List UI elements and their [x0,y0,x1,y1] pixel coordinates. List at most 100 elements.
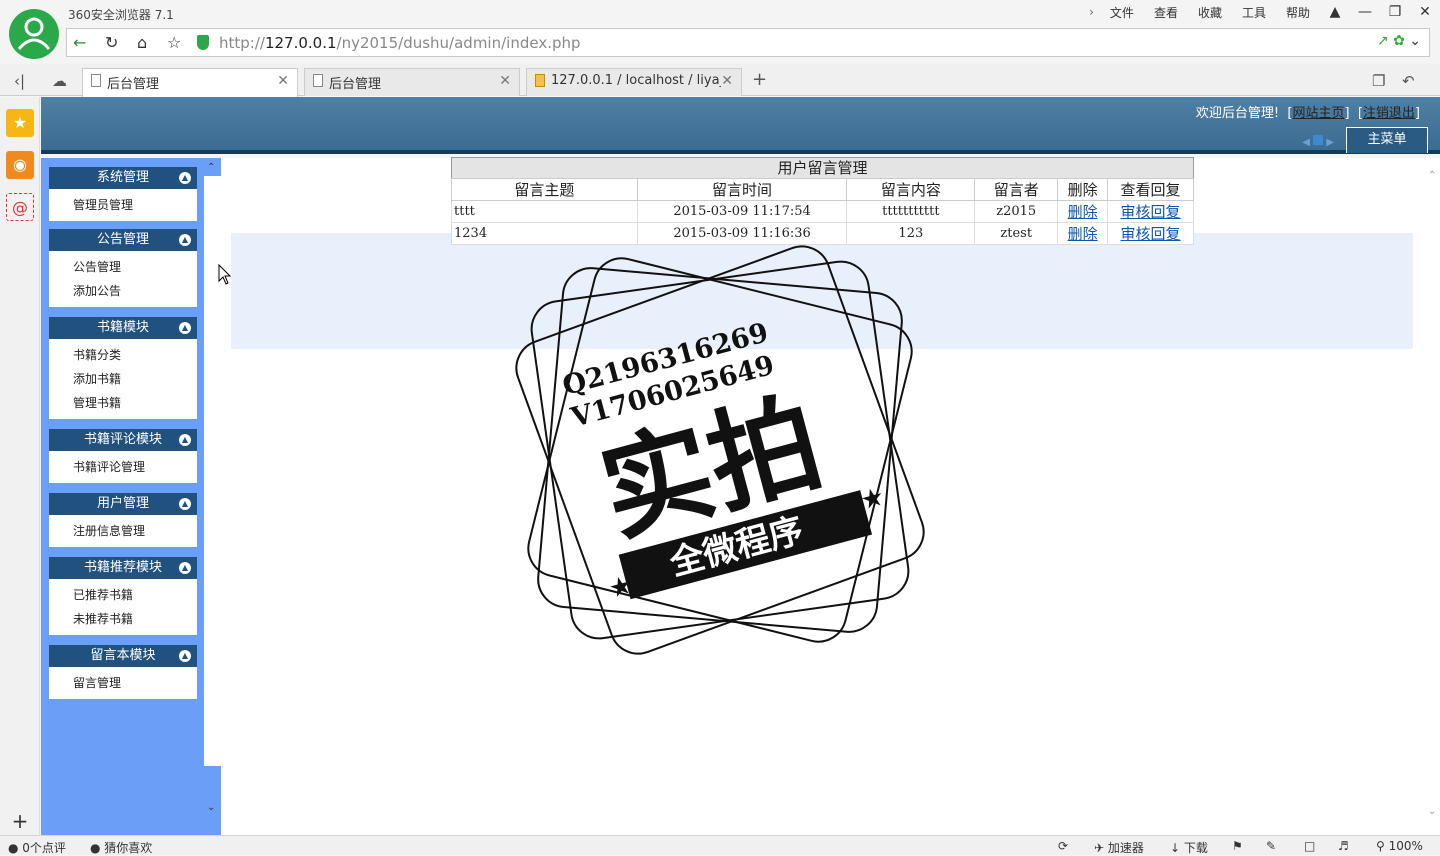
sidebar-item-recommended[interactable]: 已推荐书籍 [73,583,197,607]
group-header[interactable]: 书籍模块 ▲ [49,317,197,339]
minimize-button[interactable]: — [1350,4,1380,20]
menu-view[interactable]: 查看 [1154,4,1178,21]
back-icon[interactable]: ← [73,33,86,52]
group-header[interactable]: 用户管理 ▲ [49,493,197,515]
collapse-icon[interactable]: ▲ [179,172,191,184]
add-icon[interactable]: + [6,807,34,835]
tab-phpmyadmin[interactable]: 127.0.0.1 / localhost / liya_c ✕ [526,68,742,96]
comments-status[interactable]: ● 0个点评 [8,839,66,856]
sidebar-group-users: 用户管理 ▲ 注册信息管理 [49,493,197,547]
sidebar-toggle-icon[interactable]: ‹| [14,72,25,90]
cell-topic: tttt [451,200,638,223]
group-header[interactable]: 留言本模块 ▲ [49,645,197,667]
zoom-control[interactable]: ⚲ 100% [1376,839,1423,853]
star-icon[interactable]: ☆ [167,33,181,52]
sidebar-item-registration[interactable]: 注册信息管理 [73,519,197,543]
delete-link[interactable]: 删除 [1068,203,1098,221]
scroll-down-icon[interactable]: ⌄ [1428,806,1436,817]
new-tab-icon[interactable]: + [752,69,767,90]
app-title: 360安全浏览器 7.1 [68,8,174,22]
collapse-icon[interactable]: ▲ [179,562,191,574]
home-icon[interactable]: ⌂ [137,33,147,52]
browser-titlebar: 360安全浏览器 7.1 › 文件 查看 收藏 工具 帮助 ▲ — ❐ ✕ ← … [0,0,1440,68]
tab-list-icon[interactable]: ❐ [1372,72,1385,90]
tab-label: 后台管理 [329,77,382,92]
group-header[interactable]: 书籍评论模块 ▲ [49,429,197,451]
translate-icon[interactable]: ✎ [1266,839,1276,853]
url-input[interactable]: http://127.0.0.1/ny2015/dushu/admin/inde… [219,34,581,52]
collapse-icon[interactable]: ▲ [179,322,191,334]
menu-tools[interactable]: 工具 [1242,4,1266,21]
mail-icon[interactable]: @ [6,193,34,221]
group-header[interactable]: 书籍推荐模块 ▲ [49,557,197,579]
mouse-cursor-icon [218,264,232,285]
site-home-link[interactable]: 网站主页 [1292,106,1344,121]
sound-icon[interactable]: ♬ [1338,839,1349,853]
sidebar-item-comment-manage[interactable]: 书籍评论管理 [73,455,197,479]
cell-review: 审核回复 [1107,200,1194,223]
cell-author: z2015 [974,200,1059,223]
scroll-up-icon[interactable]: ⌃ [207,162,215,173]
menu-pager[interactable]: ◀ ▶ [1302,135,1334,148]
user-avatar-icon[interactable] [9,9,59,59]
address-bar: ← ↻ ⌂ ☆ http://127.0.0.1/ny2015/dushu/ad… [66,28,1430,57]
sidebar-group-books: 书籍模块 ▲ 书籍分类 添加书籍 管理书籍 [49,317,197,419]
admin-sidebar: 系统管理 ▲ 管理员管理 公告管理 ▲ 公告管理 添加公告 书籍模块 ▲ 书籍分类 添… [41,158,204,835]
sidebar-item-notice-manage[interactable]: 公告管理 [73,255,197,279]
table-caption: 用户留言管理 [451,157,1194,178]
table-row: 1234 2015-03-09 11:16:36 123 ztest 删除 审核… [451,222,1194,245]
group-header[interactable]: 公告管理 ▲ [49,229,197,251]
welcome-bar: 欢迎后台管理! [网站主页] [注销退出] [1195,106,1420,121]
share-icon[interactable]: ↗ ✿ ⌄ [1377,33,1421,49]
download-button[interactable]: ↓ 下载 [1170,839,1208,856]
chevron-right-icon[interactable]: › [1089,5,1094,19]
undo-close-icon[interactable]: ↶ [1402,72,1415,90]
restore-button[interactable]: ❐ [1380,4,1410,20]
cloud-icon[interactable]: ☁ [52,72,67,90]
security-shield-icon[interactable] [197,35,209,50]
guess-you-like[interactable]: ● 猜你喜欢 [90,839,152,856]
menu-favorites[interactable]: 收藏 [1198,4,1222,21]
close-tab-icon[interactable]: ✕ [277,73,289,89]
weibo-icon[interactable]: ◉ [6,151,34,179]
collapse-icon[interactable]: ▲ [179,650,191,662]
sidebar-item-book-category[interactable]: 书籍分类 [73,343,197,367]
accelerator-button[interactable]: ✈ 加速器 [1094,839,1144,856]
sidebar-item-not-recommended[interactable]: 未推荐书籍 [73,607,197,631]
speed-icon[interactable]: ⟳ [1058,839,1068,853]
sidebar-item-add-notice[interactable]: 添加公告 [73,279,197,303]
reload-icon[interactable]: ↻ [105,33,118,52]
collapse-icon[interactable]: ▲ [179,498,191,510]
window-icon[interactable]: □ [1304,839,1315,853]
close-tab-icon[interactable]: ✕ [721,73,733,89]
tab-admin-1[interactable]: 后台管理 ✕ [82,68,298,97]
review-reply-link[interactable]: 审核回复 [1121,225,1181,243]
review-reply-link[interactable]: 审核回复 [1121,203,1181,221]
sidebar-item-admin-manage[interactable]: 管理员管理 [73,193,197,217]
watermark-stamp: Q2196316269 V1706025649 实拍 全微程序 ★ ★ [515,245,925,655]
main-menu-tab[interactable]: 主菜单 [1346,127,1428,153]
flag-icon[interactable]: ⚑ [1232,839,1243,853]
collapse-icon[interactable]: ▲ [179,434,191,446]
menu-file[interactable]: 文件 [1110,4,1134,21]
delete-link[interactable]: 删除 [1068,225,1098,243]
group-header[interactable]: 系统管理 ▲ [49,167,197,189]
col-author: 留言者 [974,178,1059,201]
close-tab-icon[interactable]: ✕ [499,73,511,89]
sidebar-item-message-manage[interactable]: 留言管理 [73,671,197,695]
sidebar-item-manage-books[interactable]: 管理书籍 [73,391,197,415]
sidebar-scrollbar[interactable]: ⌃ ⌄ [204,158,221,835]
cell-content: 123 [846,222,976,245]
page-icon [313,74,323,87]
skin-icon[interactable]: ▲ [1320,4,1350,20]
scroll-down-icon[interactable]: ⌄ [207,802,215,813]
logout-link[interactable]: 注销退出 [1363,106,1415,121]
menu-help[interactable]: 帮助 [1286,4,1310,21]
tab-admin-2[interactable]: 后台管理 ✕ [304,68,520,96]
content-scrollbar[interactable]: ⌃ ⌄ [1426,158,1440,835]
close-window-button[interactable]: ✕ [1410,4,1440,20]
scroll-up-icon[interactable]: ⌃ [1428,170,1436,181]
collapse-icon[interactable]: ▲ [179,234,191,246]
sidebar-item-add-book[interactable]: 添加书籍 [73,367,197,391]
favorites-star-icon[interactable]: ★ [6,109,34,137]
